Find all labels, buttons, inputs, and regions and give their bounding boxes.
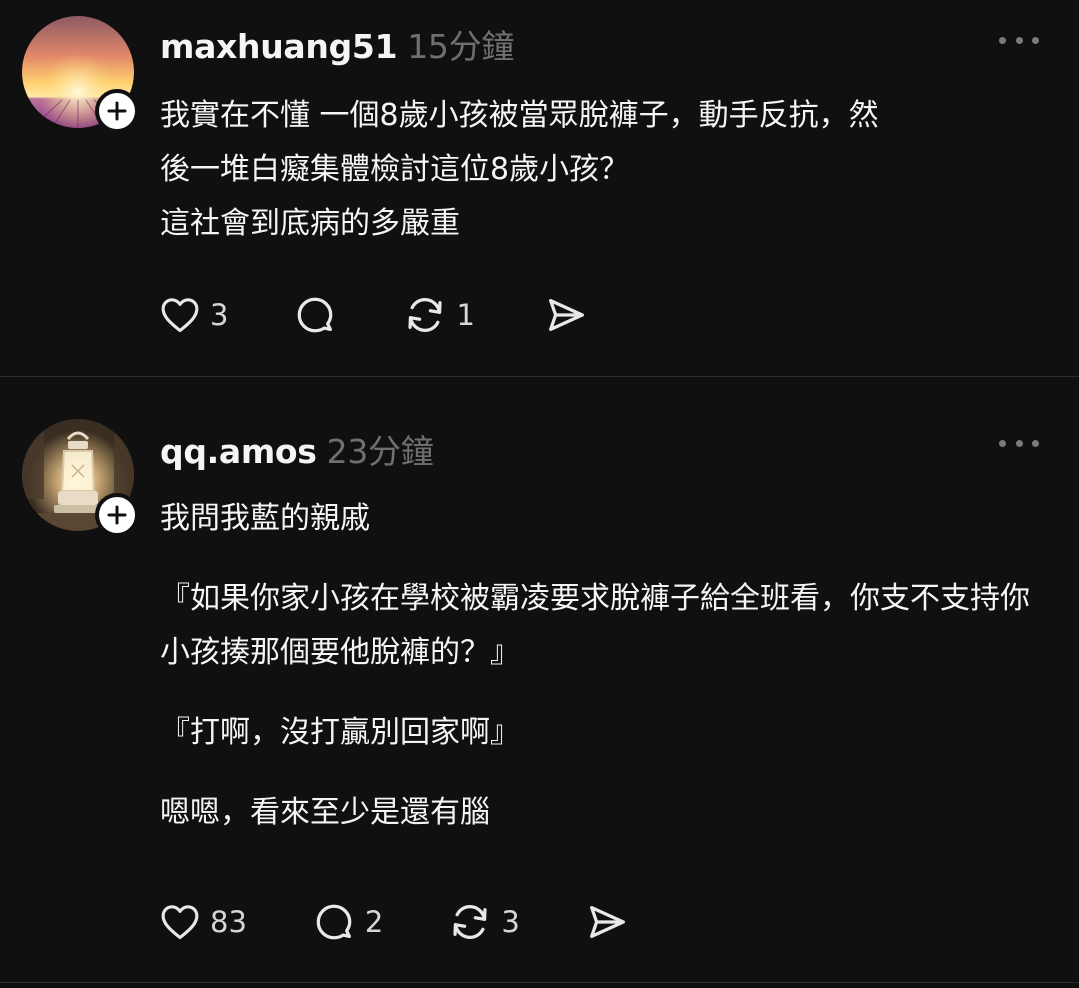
action-bar: 3 1 — [158, 291, 589, 339]
repost-button[interactable]: 1 — [402, 292, 475, 338]
reply-button[interactable]: 2 — [311, 899, 383, 945]
like-button[interactable]: 3 — [158, 293, 228, 337]
like-count: 83 — [210, 905, 247, 939]
share-button[interactable] — [584, 899, 630, 945]
thread-post: qq.amos 23分鐘 我問我藍的親戚 『如果你家小孩在學校被霸凌要求脫褲子給全… — [0, 377, 1079, 982]
send-icon — [589, 905, 625, 939]
repost-count: 1 — [456, 298, 475, 332]
like-count: 3 — [210, 298, 229, 332]
repost-button[interactable]: 3 — [447, 899, 520, 945]
dot-icon — [999, 439, 1006, 447]
more-options-button[interactable] — [999, 32, 1039, 48]
reply-button[interactable] — [292, 292, 338, 338]
action-bar: 83 2 3 — [158, 898, 630, 946]
follow-plus-button[interactable] — [95, 89, 139, 133]
plus-icon — [107, 505, 127, 525]
dot-icon — [1032, 36, 1039, 44]
repost-count: 3 — [501, 905, 520, 939]
post-body: 我實在不懂 一個8歲小孩被當眾脫褲子，動手反抗，然 後一堆白癡集體檢討這位8歲小… — [160, 89, 1050, 251]
post-paragraph: 嗯嗯，看來至少是還有腦 — [160, 795, 490, 830]
post-paragraph: 『打啊，沒打贏別回家啊』 — [160, 715, 520, 750]
follow-plus-button[interactable] — [95, 493, 139, 537]
reply-count: 2 — [364, 905, 384, 939]
more-options-button[interactable] — [999, 435, 1039, 451]
heart-icon — [161, 905, 199, 940]
post-divider — [0, 982, 1079, 983]
plus-icon — [107, 101, 127, 121]
dot-icon — [1015, 36, 1023, 44]
repost-icon — [453, 905, 487, 939]
dot-icon — [999, 36, 1006, 44]
comment-icon — [298, 297, 333, 333]
send-icon — [548, 298, 584, 332]
timestamp: 23分鐘 — [326, 432, 434, 471]
dot-icon — [1032, 439, 1039, 447]
post-text-line: 我實在不懂 一個8歲小孩被當眾脫褲子，動手反抗，然 — [160, 98, 879, 133]
post-header: maxhuang51 15分鐘 — [160, 20, 514, 68]
heart-icon — [161, 298, 199, 333]
thread-post: maxhuang51 15分鐘 我實在不懂 一個8歲小孩被當眾脫褲子，動手反抗，然… — [0, 0, 1079, 376]
post-text-line: 這社會到底病的多嚴重 — [160, 206, 460, 241]
post-paragraph: 『如果你家小孩在學校被霸凌要求脫褲子給全班看，你支不支持你小孩揍那個要他脫褲的？… — [160, 581, 1030, 670]
username[interactable]: maxhuang51 — [160, 27, 398, 66]
dot-icon — [1015, 439, 1023, 447]
username[interactable]: qq.amos — [160, 432, 317, 471]
repost-icon — [408, 298, 443, 332]
post-paragraph: 我問我藍的親戚 — [160, 501, 370, 536]
post-text-line: 後一堆白癡集體檢討這位8歲小孩？ — [160, 152, 630, 187]
timestamp: 15分鐘 — [407, 27, 515, 66]
comment-icon — [316, 904, 352, 940]
like-button[interactable]: 83 — [158, 900, 247, 944]
post-body: 我問我藍的親戚 『如果你家小孩在學校被霸凌要求脫褲子給全班看，你支不支持你小孩揍… — [160, 492, 1050, 840]
share-button[interactable] — [543, 292, 589, 338]
post-header: qq.amos 23分鐘 — [160, 425, 434, 473]
